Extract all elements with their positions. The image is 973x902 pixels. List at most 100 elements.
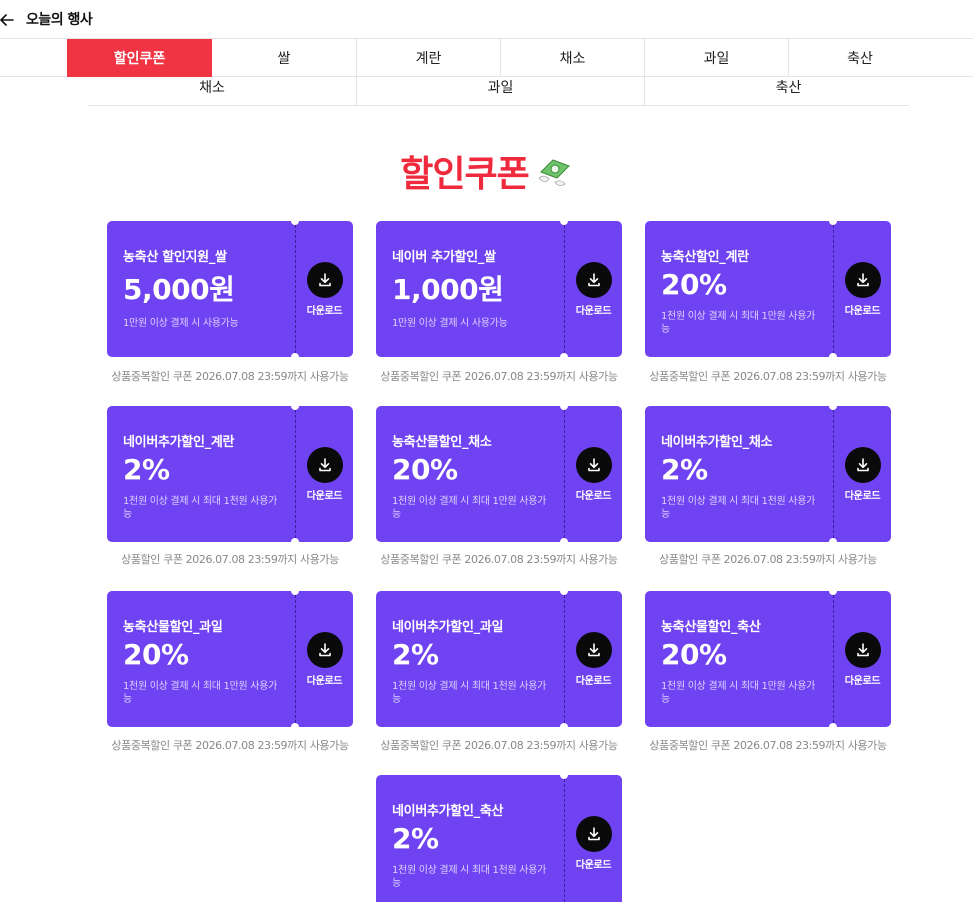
coupon-card: 네이버추가할인_축산 2% 1천원 이상 결제 시 최대 1천원 사용가능 다운로드 [376, 775, 622, 902]
coupon-amount: 20% [392, 453, 458, 486]
coupon-card: 농축산 할인지원_쌀 5,000원 1만원 이상 결제 시 사용가능 다운로드 [107, 221, 353, 357]
coupon-validity-note: 상품중복할인 쿠폰 2026.07.08 23:59까지 사용가능 [380, 739, 618, 752]
coupon-info: 농축산물할인_축산 20% 1천원 이상 결제 시 최대 1만원 사용가능 [661, 591, 831, 727]
download-icon[interactable] [844, 262, 881, 298]
download-label: 다운로드 [306, 491, 343, 502]
download-label: 다운로드 [306, 676, 343, 687]
page-title: 오늘의 행사 [26, 12, 93, 28]
download-button[interactable]: 다운로드 [565, 775, 622, 902]
coupon-info: 네이버추가할인_계란 2% 1천원 이상 결제 시 최대 1천원 사용가능 [123, 406, 293, 542]
coupon-validity-note: 상품중복할인 쿠폰 2026.07.08 23:59까지 사용가능 [111, 370, 349, 383]
download-icon[interactable] [306, 262, 343, 298]
divider [88, 105, 909, 106]
coupon-validity-note: 상품중복할인 쿠폰 2026.07.08 23:59까지 사용가능 [649, 370, 887, 383]
coupon-condition: 1천원 이상 결제 시 최대 1천원 사용가능 [123, 496, 277, 520]
coupon-condition: 1천원 이상 결제 시 최대 1만원 사용가능 [392, 496, 546, 520]
coupon-info: 농축산물할인_과일 20% 1천원 이상 결제 시 최대 1만원 사용가능 [123, 591, 293, 727]
download-button[interactable]: 다운로드 [565, 591, 622, 727]
coupon-validity-note: 상품중복할인 쿠폰 2026.07.08 23:59까지 사용가능 [380, 553, 618, 566]
coupon-amount: 2% [392, 638, 439, 671]
download-label: 다운로드 [575, 860, 612, 871]
download-button[interactable]: 다운로드 [834, 221, 891, 357]
tab-livestock-secondary[interactable]: 축산 [644, 77, 932, 105]
category-tabs: 할인쿠폰 쌀 계란 채소 과일 축산 [0, 38, 973, 77]
download-label: 다운로드 [844, 676, 881, 687]
tab-vegetables[interactable]: 채소 [500, 39, 644, 77]
download-icon[interactable] [306, 447, 343, 483]
coupon-name: 농축산할인_계란 [661, 250, 749, 265]
coupon-info: 네이버 추가할인_쌀 1,000원 1만원 이상 결제 시 사용가능 [392, 221, 562, 357]
download-icon[interactable] [844, 447, 881, 483]
coupon-info: 농축산물할인_채소 20% 1천원 이상 결제 시 최대 1만원 사용가능 [392, 406, 562, 542]
coupon-validity-note: 상품중복할인 쿠폰 2026.07.08 23:59까지 사용가능 [111, 739, 349, 752]
coupon-amount: 2% [123, 453, 170, 486]
tab-livestock[interactable]: 축산 [788, 39, 931, 77]
coupon-amount: 5,000원 [123, 273, 235, 306]
tab-discount-coupon[interactable]: 할인쿠폰 [67, 39, 212, 77]
coupon-name: 네이버추가할인_채소 [661, 435, 773, 450]
download-button[interactable]: 다운로드 [296, 221, 353, 357]
download-button[interactable]: 다운로드 [834, 591, 891, 727]
coupon-card: 네이버추가할인_과일 2% 1천원 이상 결제 시 최대 1천원 사용가능 다운로드 [376, 591, 622, 727]
download-label: 다운로드 [306, 306, 343, 317]
download-button[interactable]: 다운로드 [296, 591, 353, 727]
coupon-name: 농축산물할인_축산 [661, 620, 761, 635]
download-icon[interactable] [575, 262, 612, 298]
download-icon[interactable] [575, 632, 612, 668]
coupon-amount: 1,000원 [392, 273, 504, 306]
coupon-info: 농축산 할인지원_쌀 5,000원 1만원 이상 결제 시 사용가능 [123, 221, 293, 357]
coupon-condition: 1천원 이상 결제 시 최대 1천원 사용가능 [392, 865, 546, 889]
coupon-name: 네이버추가할인_축산 [392, 804, 504, 819]
tab-fruits[interactable]: 과일 [644, 39, 788, 77]
coupon-condition: 1만원 이상 결제 시 사용가능 [123, 318, 239, 329]
coupon-condition: 1천원 이상 결제 시 최대 1만원 사용가능 [661, 311, 815, 335]
coupon-name: 농축산 할인지원_쌀 [123, 250, 227, 265]
money-with-wings-icon [535, 152, 573, 190]
coupon-name: 네이버 추가할인_쌀 [392, 250, 496, 265]
coupon-card: 농축산물할인_채소 20% 1천원 이상 결제 시 최대 1만원 사용가능 다운로드 [376, 406, 622, 542]
coupon-info: 네이버추가할인_축산 2% 1천원 이상 결제 시 최대 1천원 사용가능 [392, 775, 562, 902]
download-label: 다운로드 [844, 306, 881, 317]
download-button[interactable]: 다운로드 [565, 221, 622, 357]
coupon-amount: 20% [661, 638, 727, 671]
coupon-info: 네이버추가할인_채소 2% 1천원 이상 결제 시 최대 1천원 사용가능 [661, 406, 831, 542]
download-icon[interactable] [306, 632, 343, 668]
download-label: 다운로드 [575, 491, 612, 502]
download-button[interactable]: 다운로드 [565, 406, 622, 542]
coupon-card: 네이버추가할인_채소 2% 1천원 이상 결제 시 최대 1천원 사용가능 다운로드 [645, 406, 891, 542]
tab-fruits-secondary[interactable]: 과일 [356, 77, 644, 105]
coupon-validity-note: 상품할인 쿠폰 2026.07.08 23:59까지 사용가능 [659, 553, 877, 566]
coupon-amount: 2% [392, 822, 439, 855]
coupon-name: 네이버추가할인_계란 [123, 435, 235, 450]
download-button[interactable]: 다운로드 [296, 406, 353, 542]
coupon-validity-note: 상품중복할인 쿠폰 2026.07.08 23:59까지 사용가능 [380, 370, 618, 383]
category-tabs-secondary: 채소 과일 축산 [0, 77, 973, 106]
download-label: 다운로드 [575, 676, 612, 687]
coupon-validity-note: 상품중복할인 쿠폰 2026.07.08 23:59까지 사용가능 [649, 739, 887, 752]
download-icon[interactable] [844, 632, 881, 668]
hero-title: 할인쿠폰 [400, 154, 529, 195]
tab-eggs[interactable]: 계란 [356, 39, 500, 77]
coupon-amount: 2% [661, 453, 708, 486]
coupon-card: 농축산할인_계란 20% 1천원 이상 결제 시 최대 1만원 사용가능 다운로드 [645, 221, 891, 357]
coupon-card: 농축산물할인_축산 20% 1천원 이상 결제 시 최대 1만원 사용가능 다운로드 [645, 591, 891, 727]
coupon-name: 농축산물할인_채소 [392, 435, 492, 450]
coupon-card: 네이버 추가할인_쌀 1,000원 1만원 이상 결제 시 사용가능 다운로드 [376, 221, 622, 357]
hero-section: 할인쿠폰 [0, 145, 973, 197]
tab-vegetables-secondary[interactable]: 채소 [68, 77, 356, 105]
arrow-left-icon[interactable] [0, 12, 14, 26]
coupon-name: 농축산물할인_과일 [123, 620, 223, 635]
coupon-condition: 1천원 이상 결제 시 최대 1천원 사용가능 [661, 496, 815, 520]
top-bar: 오늘의 행사 [0, 0, 973, 38]
download-icon[interactable] [575, 816, 612, 852]
coupon-name: 네이버추가할인_과일 [392, 620, 504, 635]
download-button[interactable]: 다운로드 [834, 406, 891, 542]
tab-rice[interactable]: 쌀 [212, 39, 356, 77]
download-label: 다운로드 [844, 491, 881, 502]
download-label: 다운로드 [575, 306, 612, 317]
coupon-info: 네이버추가할인_과일 2% 1천원 이상 결제 시 최대 1천원 사용가능 [392, 591, 562, 727]
coupon-condition: 1천원 이상 결제 시 최대 1천원 사용가능 [392, 681, 546, 705]
coupon-validity-note: 상품할인 쿠폰 2026.07.08 23:59까지 사용가능 [121, 553, 339, 566]
download-icon[interactable] [575, 447, 612, 483]
coupon-condition: 1천원 이상 결제 시 최대 1만원 사용가능 [661, 681, 815, 705]
